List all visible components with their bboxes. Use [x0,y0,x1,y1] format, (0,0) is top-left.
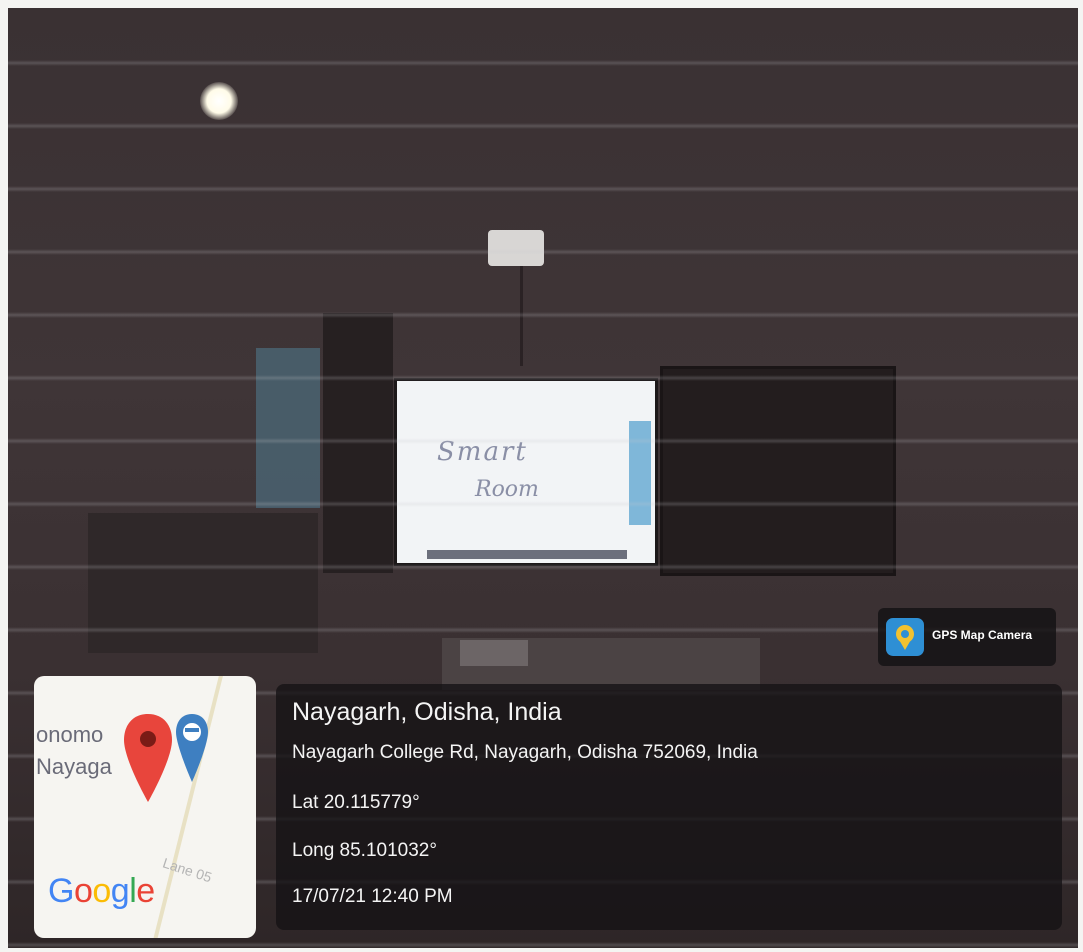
address-text: Nayagarh College Rd, Nayagarh, Odisha 75… [292,742,758,763]
back-wall-shelf [88,513,318,653]
latitude-text: Lat 20.115779° [292,792,420,813]
map-label-1: onomo [36,722,104,747]
wooden-cupboard [323,313,393,573]
location-info-panel: Nayagarh, Odisha, India Nayagarh College… [276,684,1062,930]
projector-cable [520,266,523,366]
ceiling-light [200,82,238,120]
map-thumbnail: onomo Nayaga Lane 05 Google [34,676,256,938]
desk-device [460,640,528,666]
map-pin-icon [886,618,924,656]
blue-cabinet [256,348,320,508]
location-title: Nayagarh, Odisha, India [292,698,562,726]
board-bottom-toolbar [427,550,627,559]
badge-app-name: GPS Map Camera [932,628,1033,642]
longitude-text: Long 85.101032° [292,840,437,861]
smart-board: Smart Room [394,378,658,566]
gps-map-camera-badge: GPS Map Camera [878,608,1056,666]
map-label-2: Nayaga [36,754,112,779]
board-side-toolbar [629,421,651,525]
school-pin-icon [174,712,210,789]
blackboard [660,366,896,576]
google-logo: Google [48,872,155,910]
board-handwriting-1: Smart [437,437,528,467]
projector [488,230,544,266]
board-handwriting-2: Room [475,477,539,502]
location-pin-icon [122,712,174,809]
timestamp-text: 17/07/21 12:40 PM [292,886,453,907]
